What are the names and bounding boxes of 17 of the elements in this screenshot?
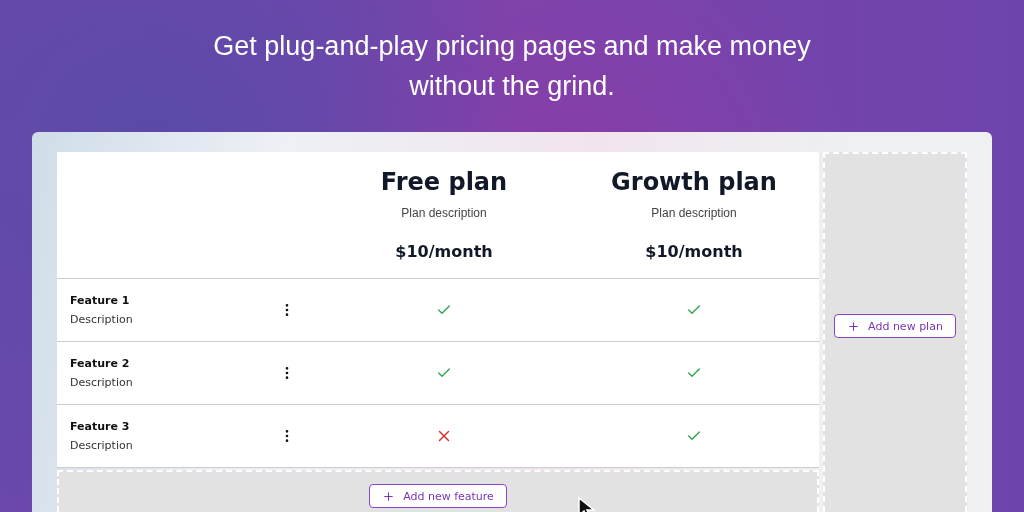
feature-description: Description xyxy=(70,376,133,389)
plus-icon xyxy=(382,489,396,503)
add-feature-button[interactable]: Add new feature xyxy=(369,484,507,508)
feature-name: Feature 1 xyxy=(70,294,131,307)
plan-price: $10/month xyxy=(645,242,743,261)
plan-name: Free plan xyxy=(380,168,508,196)
hero-subtitle: Get plug-and-play pricing pages and make money without the grind. xyxy=(212,30,812,103)
plan-description: Plan description xyxy=(401,206,487,220)
add-plan-button[interactable]: Add new plan xyxy=(834,314,956,338)
feature-description: Description xyxy=(70,313,133,326)
plan-description: Plan description xyxy=(651,206,737,220)
feature-name: Feature 3 xyxy=(70,420,131,433)
plan-price: $10/month xyxy=(395,242,493,261)
feature-name: Feature 2 xyxy=(70,357,131,370)
plus-icon xyxy=(847,319,861,333)
plan-name: Growth plan xyxy=(611,168,777,196)
feature-description: Description xyxy=(70,439,133,452)
